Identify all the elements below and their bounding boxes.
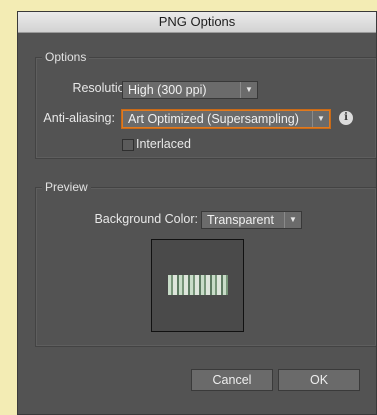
resolution-value: High (300 ppi) bbox=[128, 83, 207, 97]
cancel-button[interactable]: Cancel bbox=[191, 369, 273, 391]
anti-aliasing-dropdown[interactable]: Art Optimized (Supersampling) ▼ bbox=[122, 110, 330, 128]
options-group: Options bbox=[35, 50, 376, 159]
background-color-value: Transparent bbox=[207, 213, 274, 227]
anti-aliasing-label: Anti-aliasing: bbox=[43, 111, 115, 125]
resolution-label: Resolution: bbox=[72, 81, 135, 95]
background-color-dropdown[interactable]: Transparent ▼ bbox=[201, 211, 302, 229]
preview-thumbnail bbox=[168, 275, 228, 295]
interlaced-label: Interlaced bbox=[136, 137, 191, 151]
preview-area bbox=[151, 239, 244, 332]
chevron-down-icon: ▼ bbox=[240, 82, 257, 98]
chevron-down-icon: ▼ bbox=[284, 212, 301, 228]
background-color-label: Background Color: bbox=[94, 212, 198, 226]
dialog-title: PNG Options bbox=[18, 12, 376, 33]
preview-legend: Preview bbox=[42, 180, 91, 194]
interlaced-checkbox[interactable] bbox=[122, 139, 134, 151]
anti-aliasing-value: Art Optimized (Supersampling) bbox=[128, 112, 299, 126]
info-icon[interactable]: i bbox=[339, 111, 353, 125]
chevron-down-icon: ▼ bbox=[312, 111, 329, 127]
resolution-dropdown[interactable]: High (300 ppi) ▼ bbox=[122, 81, 258, 99]
options-legend: Options bbox=[42, 50, 90, 64]
png-options-dialog: PNG Options Options Resolution: High (30… bbox=[17, 11, 377, 415]
ok-button[interactable]: OK bbox=[278, 369, 360, 391]
